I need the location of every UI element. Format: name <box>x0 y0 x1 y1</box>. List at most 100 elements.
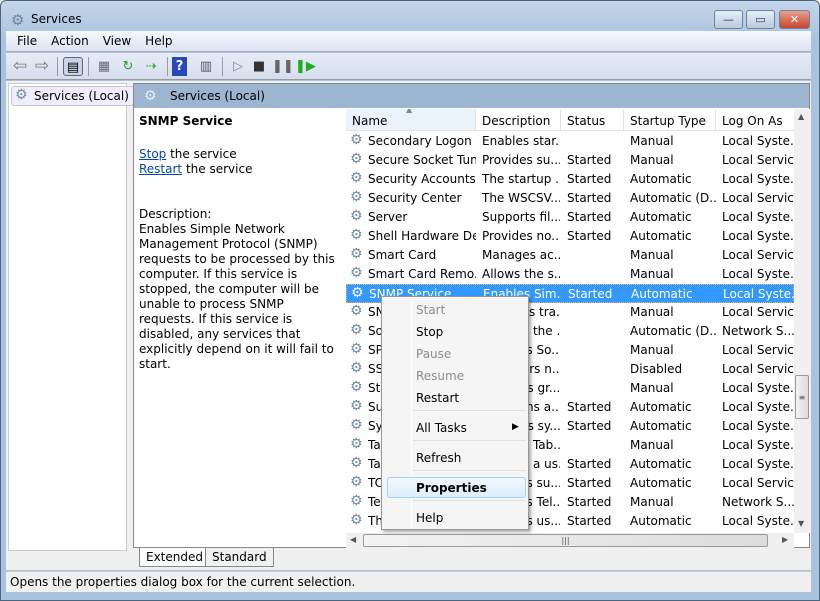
cell-startup-type: Manual <box>630 438 674 452</box>
cell-startup-type: Automatic <box>630 229 692 243</box>
menu-item-properties[interactable]: Properties <box>416 481 487 495</box>
cell-log-on-as: Local Service <box>722 476 794 490</box>
scroll-up-icon[interactable]: ▲ <box>798 112 804 121</box>
service-gear-icon: ⚙ <box>350 398 363 414</box>
scroll-right-icon[interactable]: ▶ <box>782 535 788 544</box>
cell-log-on-as: Local Service <box>722 248 794 262</box>
column-header-log-on-as[interactable]: Log On As <box>716 109 794 131</box>
maximize-button[interactable]: ▭ <box>746 10 775 29</box>
menu-action[interactable]: Action <box>40 31 89 48</box>
cell-description: Manages ac... <box>482 248 560 262</box>
cell-startup-type: Automatic <box>630 210 692 224</box>
cell-description: The WSCSV... <box>482 191 560 205</box>
service-gear-icon: ⚙ <box>350 341 363 357</box>
menu-item-resume[interactable]: Resume <box>416 369 464 383</box>
menu-item-restart[interactable]: Restart <box>416 391 459 405</box>
stop-link[interactable]: Stop <box>139 147 166 161</box>
cell-status: Started <box>567 191 612 205</box>
cell-name: Shell Hardware De... <box>368 229 476 243</box>
cell-log-on-as: Local Syste... <box>722 438 794 452</box>
pause-service-icon[interactable]: ❚❚ <box>272 57 294 76</box>
service-row[interactable]: ⚙ Secondary Logon Enables star... Manual Loc… <box>346 132 794 151</box>
service-row[interactable]: ⚙ Security Center The WSCSV... Started Autom… <box>346 189 794 208</box>
cell-log-on-as: Local Syste... <box>722 172 794 186</box>
menu-item-refresh[interactable]: Refresh <box>416 451 461 465</box>
cell-name: Secure Socket Tun... <box>368 153 476 167</box>
service-row[interactable]: ⚙ Shell Hardware De... Provides no... Start… <box>346 227 794 246</box>
service-gear-icon: ⚙ <box>350 151 363 167</box>
show-hide-console-tree-icon[interactable]: ▤ <box>63 57 83 76</box>
cell-status: Started <box>567 457 612 471</box>
service-row[interactable]: ⚙ Server Supports fil... Started Automatic Lo… <box>346 208 794 227</box>
menu-view[interactable]: View <box>92 31 131 48</box>
cell-description: Provides su... <box>482 153 560 167</box>
properties-icon[interactable]: ▦ <box>94 57 114 76</box>
column-header-status[interactable]: Status <box>561 109 624 131</box>
cell-name: Smart Card <box>368 248 437 262</box>
cell-log-on-as: Local Syste... <box>722 457 794 471</box>
cell-log-on-as: Local Syste... <box>722 400 794 414</box>
cell-startup-type: Automatic <box>630 172 692 186</box>
service-gear-icon: ⚙ <box>350 474 363 490</box>
tree-item-services-local[interactable]: ⚙ Services (Local) <box>11 86 134 106</box>
vertical-scrollbar[interactable]: ▲ ≡ ▼ <box>794 109 810 533</box>
service-gear-icon: ⚙ <box>350 132 363 148</box>
menu-bar: File Action View Help <box>6 31 811 52</box>
scroll-down-icon[interactable]: ▼ <box>798 519 804 528</box>
stop-service-icon[interactable]: ■ <box>249 57 269 76</box>
cell-description: Supports fil... <box>482 210 560 224</box>
forward-arrow-icon[interactable]: ⇨ <box>32 57 52 76</box>
cell-status: Started <box>567 210 612 224</box>
scroll-left-icon[interactable]: ◀ <box>350 535 356 544</box>
menu-separator <box>413 440 526 441</box>
restart-service-icon[interactable]: ❚▶ <box>295 57 316 76</box>
context-menu: Start Stop Pause Resume Restart All Tasks ▶ Ref… <box>381 296 529 530</box>
hscroll-thumb[interactable]: ||| <box>363 534 768 547</box>
tab-standard[interactable]: Standard <box>205 548 274 567</box>
menu-help[interactable]: Help <box>134 31 172 48</box>
start-service-icon[interactable]: ▷ <box>228 57 248 76</box>
back-arrow-icon[interactable]: ⇦ <box>10 57 30 76</box>
cell-startup-type: Automatic <box>630 400 692 414</box>
gear-icon: ⚙ <box>144 88 157 104</box>
service-gear-icon: ⚙ <box>350 436 363 452</box>
service-row[interactable]: ⚙ Smart Card Manages ac... Manual Local Serv… <box>346 246 794 265</box>
cell-startup-type: Disabled <box>630 362 683 376</box>
service-gear-icon: ⚙ <box>350 493 363 509</box>
cell-log-on-as: Network S... <box>722 495 794 509</box>
service-row[interactable]: ⚙ Security Accounts... The startup ... Star… <box>346 170 794 189</box>
service-gear-icon: ⚙ <box>350 455 363 471</box>
toolbar: ⇦ ⇨ ▤ ▦ ↻ ⇢ ? ▥ ▷ ■ ❚❚ ❚▶ <box>6 53 811 80</box>
cell-status: Started <box>567 172 612 186</box>
scroll-thumb[interactable]: ≡ <box>795 375 809 419</box>
show-action-pane-icon[interactable]: ▥ <box>196 57 216 76</box>
cell-startup-type: Automatic <box>631 287 693 301</box>
close-button[interactable]: ✕ <box>779 10 810 29</box>
cell-log-on-as: Local Service <box>722 305 794 319</box>
service-gear-icon: ⚙ <box>350 417 363 433</box>
tab-extended[interactable]: Extended <box>139 548 210 567</box>
help-icon[interactable]: ? <box>172 57 187 76</box>
menu-item-stop[interactable]: Stop <box>416 325 443 339</box>
minimize-button[interactable]: — <box>714 10 743 29</box>
service-gear-icon: ⚙ <box>350 322 363 338</box>
menu-item-start[interactable]: Start <box>416 303 445 317</box>
menu-item-pause[interactable]: Pause <box>416 347 451 361</box>
column-header-description[interactable]: Description <box>476 109 561 131</box>
menu-item-help[interactable]: Help <box>416 511 443 525</box>
cell-name: Server <box>368 210 408 224</box>
cell-log-on-as: Local Syste... <box>723 287 794 301</box>
menu-item-all-tasks[interactable]: All Tasks <box>416 421 467 435</box>
restart-link[interactable]: Restart <box>139 162 182 176</box>
cell-status: Started <box>567 400 612 414</box>
refresh-icon[interactable]: ↻ <box>118 57 138 76</box>
menu-file[interactable]: File <box>6 31 37 48</box>
service-gear-icon: ⚙ <box>350 170 363 186</box>
service-gear-icon: ⚙ <box>350 379 363 395</box>
cell-startup-type: Automatic <box>630 514 692 528</box>
service-row[interactable]: ⚙ Secure Socket Tun... Provides su... Start… <box>346 151 794 170</box>
service-row[interactable]: ⚙ Smart Card Remo... Allows the s... Manual… <box>346 265 794 284</box>
column-header-startup-type[interactable]: Startup Type <box>624 109 716 131</box>
horizontal-scrollbar[interactable]: ◀ ||| ▶ <box>346 533 794 548</box>
export-list-icon[interactable]: ⇢ <box>141 57 161 76</box>
